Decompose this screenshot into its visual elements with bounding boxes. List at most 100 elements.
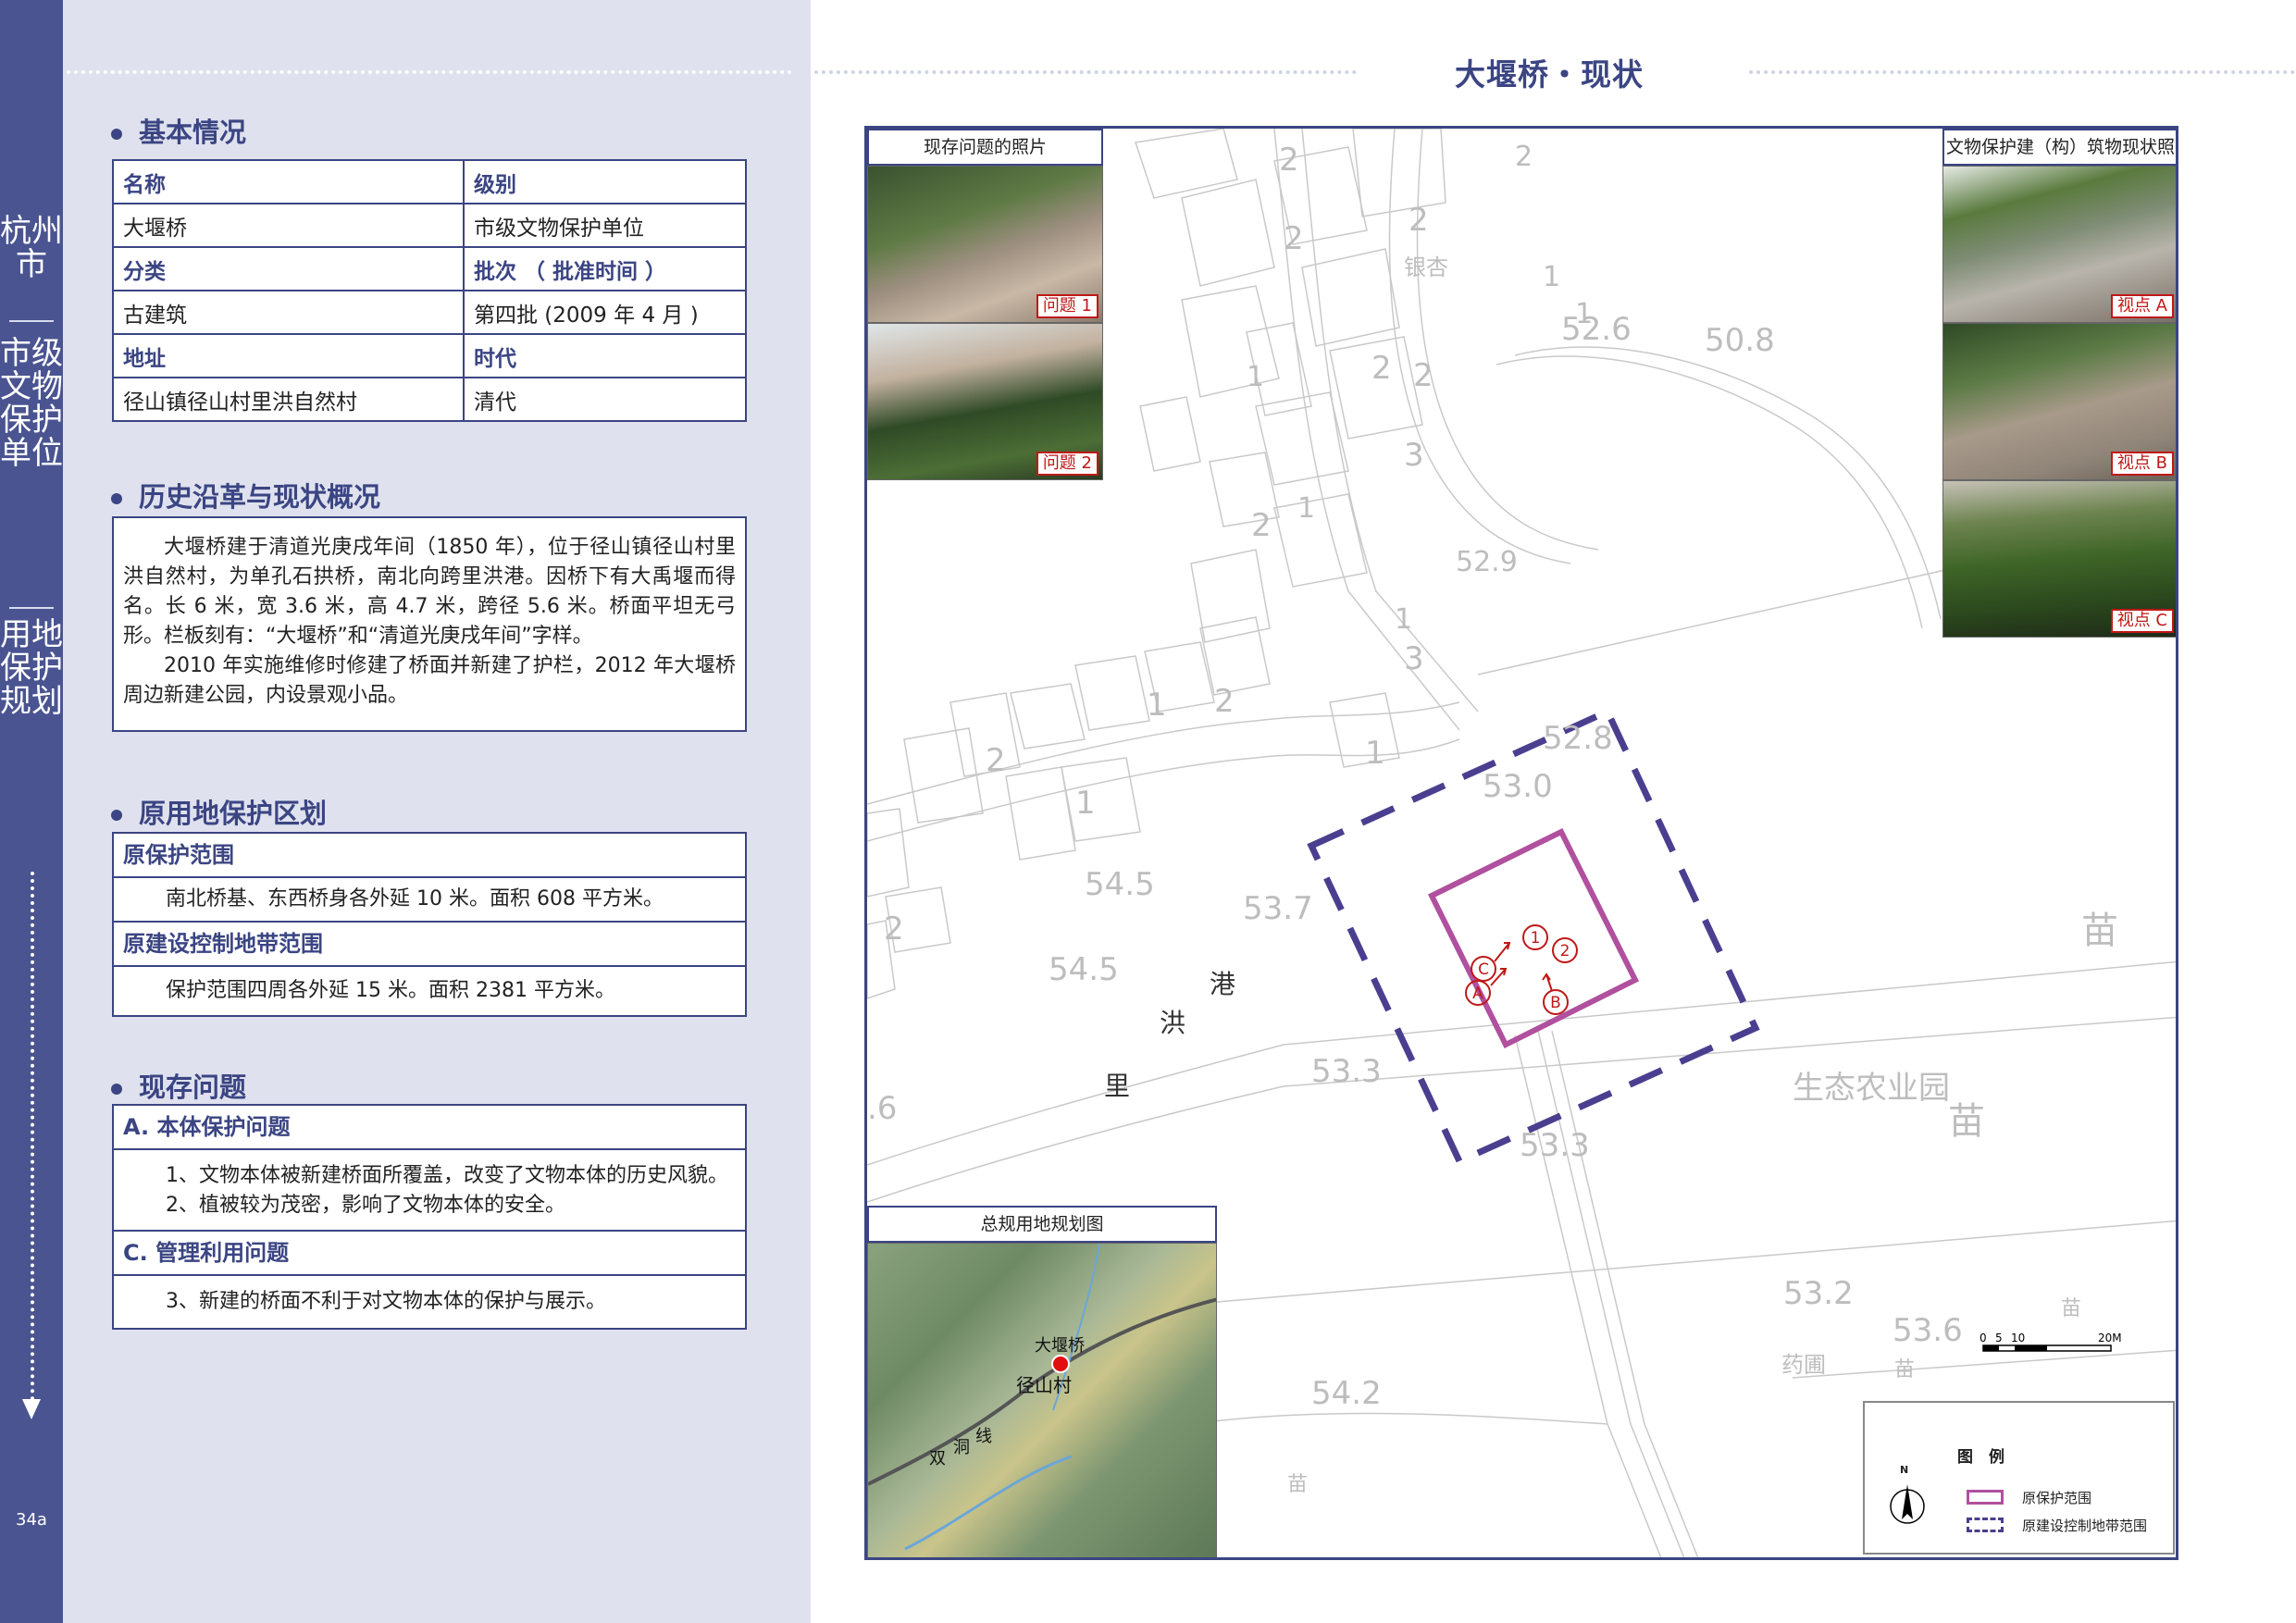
inset-map-drawing: 大堰桥 径山村 双 洞 线 xyxy=(868,1244,1216,1551)
building-floor-label: 2 xyxy=(1279,142,1299,179)
inset-map-title: 总规用地规划图 xyxy=(867,1206,1217,1243)
elevation-label: 52.6 xyxy=(1561,311,1632,348)
protect-range-text: 南北桥基、东西桥身各外延 10 米。面积 608 平方米。 xyxy=(114,878,745,923)
building-floor-label: 2 xyxy=(986,742,1006,779)
inset-label: 径山村 xyxy=(1016,1374,1072,1396)
building-floor-label: 2 xyxy=(1371,350,1392,387)
building-floor-label: 1 xyxy=(1297,492,1315,525)
building-floor-label: 2 xyxy=(1409,202,1429,239)
page-number: 34a xyxy=(16,1510,47,1530)
table-header-cell: 地址 xyxy=(112,333,465,378)
building-floor-label: 1 xyxy=(1365,735,1385,772)
table-header-cell: 级别 xyxy=(463,159,747,204)
river-label: 洪 xyxy=(1160,1008,1185,1038)
place-label: 苗 xyxy=(1894,1358,1915,1381)
problems-box: A. 本体保护问题 1、文物本体被新建桥面所覆盖，改变了文物本体的历史风貌。 2… xyxy=(112,1104,747,1330)
elevation-label: 54.5 xyxy=(1049,951,1119,988)
control-zone-text: 保护范围四周各外延 15 米。面积 2381 平方米。 xyxy=(166,979,615,1002)
section-heading-zones: 原用地保护区划 xyxy=(111,792,327,831)
building-floor-label: 1 xyxy=(1575,298,1593,330)
site-map: 1 2 A B C 52.6 50.8 52.9 52.8 53.0 54.5 … xyxy=(864,126,2178,1560)
scale-tick: 0 xyxy=(1980,1332,1987,1344)
table-header-cell: 批次 （ 批准时间 ） xyxy=(463,246,747,291)
building-floor-label: 2 xyxy=(884,911,904,948)
photo-tag: 视点 C xyxy=(2110,609,2174,633)
legend-label-protection: 原保护范围 xyxy=(2022,1490,2092,1506)
section-heading-history: 历史沿革与现状概况 xyxy=(111,476,380,514)
history-box: 大堰桥建于清道光庚戌年间（1850 年），位于径山镇径山村里洪自然村，为单孔石拱… xyxy=(112,516,747,732)
header-dotted-line xyxy=(1749,70,2295,74)
sidebar-divider xyxy=(9,320,54,322)
table-row: 古建筑 第四批 (2009 年 4 月 ) xyxy=(112,290,747,335)
list-item: 2、植被较为茂密，影响了文物本体的安全。 xyxy=(166,1194,565,1217)
problem-a-list: 1、文物本体被新建桥面所覆盖，改变了文物本体的历史风貌。 2、植被较为茂密，影响… xyxy=(114,1150,745,1232)
place-label: 苗 xyxy=(1948,1100,1985,1143)
photo-tag: 问题 2 xyxy=(1036,452,1098,476)
inset-label: 双 xyxy=(929,1449,946,1468)
place-label: 生态农业园 xyxy=(1793,1070,1950,1107)
scale-tick: 10 xyxy=(2011,1332,2025,1344)
place-label: 苗 xyxy=(2081,910,2118,952)
north-arrow-icon xyxy=(1890,1484,1925,1524)
scale-bar: 0 5 10 20M xyxy=(1980,1332,2122,1352)
building-floor-label: 1 xyxy=(1543,261,1560,293)
basic-info-table: 名称 级别 大堰桥 市级文物保护单位 分类 批次 （ 批准时间 ） 古建筑 第四… xyxy=(112,159,747,422)
photo-tag: 视点 A xyxy=(2110,294,2174,318)
header-dotted-line xyxy=(814,70,1357,74)
building-floor-label: 3 xyxy=(1404,437,1424,474)
viewpoint-photo-a: 视点 A xyxy=(1942,166,2176,323)
building-floor-label: 2 xyxy=(1413,357,1433,394)
protect-range-title: 原保护范围 xyxy=(114,834,745,878)
problem-c-title: C. 管理利用问题 xyxy=(114,1232,745,1276)
scale-tick: 20M xyxy=(2098,1332,2122,1344)
arrow-down-icon xyxy=(22,1399,41,1419)
photo-tag: 问题 1 xyxy=(1036,294,1098,318)
table-row: 径山镇径山村里洪自然村 清代 xyxy=(112,377,747,422)
sidebar-divider xyxy=(9,607,54,609)
building-floor-label: 1 xyxy=(1247,361,1264,393)
scale-tick: 5 xyxy=(1995,1332,2003,1344)
page-title: 大堰桥・现状 xyxy=(1455,56,1644,93)
river-label: 里 xyxy=(1104,1071,1130,1101)
marker-label: C xyxy=(1478,960,1489,979)
elevation-label: 54.2 xyxy=(1311,1375,1382,1412)
sidebar-dotted-line xyxy=(31,872,34,1401)
table-cell: 第四批 (2009 年 4 月 ) xyxy=(463,290,747,335)
table-cell: 大堰桥 xyxy=(112,203,465,248)
elevation-label: 53.0 xyxy=(1483,768,1553,805)
building-floor-label: 2 xyxy=(1251,507,1272,544)
table-cell: 古建筑 xyxy=(112,290,465,335)
viewpoint-photo-c: 视点 C xyxy=(1942,480,2176,638)
map-legend: 图 例 N 原保护范围 原建设控制地带范围 xyxy=(1863,1401,2175,1555)
table-cell: 径山镇径山村里洪自然村 xyxy=(112,377,465,422)
inset-label: 洞 xyxy=(953,1438,970,1457)
inset-label: 线 xyxy=(975,1427,992,1446)
table-cell: 市级文物保护单位 xyxy=(463,203,747,248)
sidebar-section: 用地保护规划 xyxy=(0,616,63,720)
river-label: 港 xyxy=(1210,969,1235,999)
history-paragraph: 大堰桥建于清道光庚戌年间（1850 年），位于径山镇径山村里洪自然村，为单孔石拱… xyxy=(123,536,736,648)
building-floor-label: 1 xyxy=(1075,785,1096,822)
marker-label: 2 xyxy=(1560,942,1570,960)
inset-map: 大堰桥 径山村 双 洞 线 xyxy=(867,1243,1217,1557)
place-label: 银杏 xyxy=(1404,254,1448,280)
building-floor-label: 2 xyxy=(1214,683,1235,720)
problem-photo-1: 问题 1 xyxy=(867,166,1103,323)
building-floor-label: 1 xyxy=(1395,603,1412,636)
problem-photos-title: 现存问题的照片 xyxy=(867,129,1103,166)
legend-title: 图 例 xyxy=(1957,1448,2004,1467)
legend-swatch-protection xyxy=(1967,1490,2004,1505)
table-header-cell: 时代 xyxy=(463,333,747,378)
elevation-label: 53.6 xyxy=(1893,1312,1963,1349)
table-row: 分类 批次 （ 批准时间 ） xyxy=(112,246,747,291)
marker-label: 1 xyxy=(1531,929,1541,948)
elevation-label: 53.3 xyxy=(1311,1053,1382,1090)
problem-photo-2: 问题 2 xyxy=(867,323,1103,480)
inset-label: 大堰桥 xyxy=(1035,1336,1085,1356)
current-photos-title: 文物保护建（构）筑物现状照片 xyxy=(1942,129,2176,191)
viewpoint-photo-b: 视点 B xyxy=(1942,323,2176,480)
table-header-cell: 名称 xyxy=(112,159,465,204)
elevation-label: 53.3 xyxy=(1520,1127,1590,1164)
list-item: 3、新建的桥面不利于对文物本体的保护与展示。 xyxy=(166,1290,606,1313)
table-row: 地址 时代 xyxy=(112,333,747,378)
